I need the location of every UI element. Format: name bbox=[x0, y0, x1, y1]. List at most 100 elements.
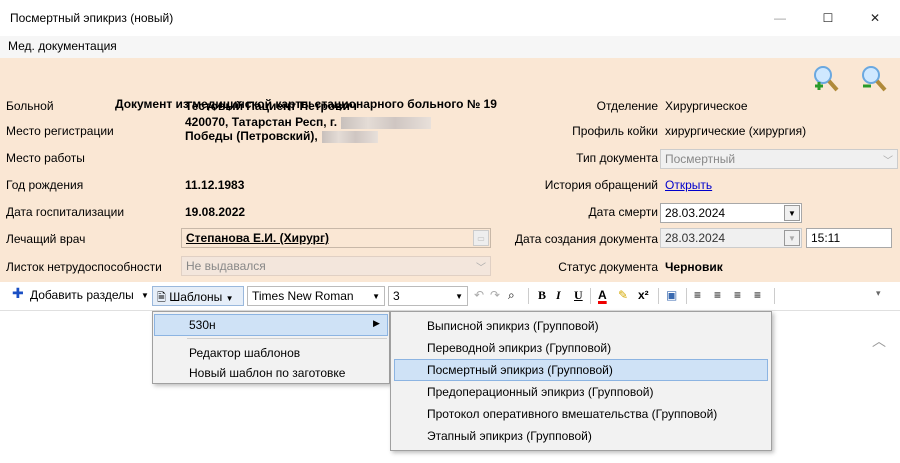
calendar-dropdown-icon[interactable]: ▼ bbox=[784, 205, 800, 221]
patient-name: Тестовый Пациент Петрович bbox=[185, 99, 357, 113]
superscript-button[interactable]: x² bbox=[638, 288, 649, 302]
history-label: История обращений bbox=[544, 178, 658, 192]
menu-item-530n[interactable]: 530н bbox=[189, 318, 216, 332]
redo-icon[interactable]: ↷ bbox=[490, 288, 500, 302]
submenu-item[interactable]: Предоперационный эпикриз (Групповой) bbox=[427, 385, 654, 399]
registration-address: 420070, Татарстан Респ, г. Победы (Петро… bbox=[185, 115, 432, 143]
bed-value: хирургические (хирургия) bbox=[665, 124, 807, 138]
chevron-down-icon: ▼ bbox=[225, 294, 234, 303]
submenu-arrow-icon: ▶ bbox=[373, 318, 380, 328]
italic-button[interactable]: I bbox=[556, 288, 561, 303]
submenu-item[interactable]: Этапный эпикриз (Групповой) bbox=[427, 429, 592, 443]
templates-label: Шаблоны bbox=[169, 290, 223, 304]
font-color-button[interactable]: A bbox=[598, 288, 607, 302]
redacted-block bbox=[341, 116, 432, 129]
title-bar: Посмертный эпикриз (новый) — ☐ ✕ bbox=[0, 0, 900, 36]
work-label: Место работы bbox=[6, 151, 85, 165]
sick-leave-select[interactable]: Не выдавался ﹀ bbox=[181, 256, 491, 276]
font-select[interactable]: Times New Roman ▼ bbox=[247, 286, 385, 306]
submenu-item[interactable]: Выписной эпикриз (Групповой) bbox=[427, 319, 599, 333]
status-label: Статус документа bbox=[558, 260, 658, 274]
menu-item-new-template[interactable]: Новый шаблон по заготовке bbox=[189, 366, 345, 380]
toolbar-separator bbox=[528, 288, 529, 304]
templates-menu: 530н ▶ Редактор шаблонов Новый шаблон по… bbox=[152, 311, 390, 384]
submenu-item-selected[interactable]: Посмертный эпикриз (Групповой) bbox=[427, 363, 613, 377]
created-date: 28.03.2024 bbox=[665, 231, 726, 245]
dept-value: Хирургическое bbox=[665, 99, 748, 113]
ellipsis-button[interactable]: ▭ bbox=[473, 230, 489, 246]
menu-item-template-editor[interactable]: Редактор шаблонов bbox=[189, 346, 300, 360]
font-value: Times New Roman bbox=[252, 289, 354, 303]
chevron-down-icon: ▼ bbox=[372, 292, 380, 301]
created-time: 15:11 bbox=[811, 231, 841, 245]
birth-label: Год рождения bbox=[6, 178, 84, 192]
registration-label: Место регистрации bbox=[6, 124, 114, 138]
toolbar-separator bbox=[590, 288, 591, 304]
image-icon[interactable]: ▣ bbox=[666, 288, 677, 302]
align-justify-icon[interactable]: ≡ bbox=[754, 288, 761, 302]
highlight-icon[interactable]: ✎ bbox=[618, 288, 628, 302]
doctype-label: Тип документа bbox=[576, 151, 658, 165]
created-date-field[interactable]: 28.03.2024 ▼ bbox=[660, 228, 802, 248]
created-label: Дата создания документа bbox=[514, 232, 658, 246]
sick-label: Листок нетрудоспособности bbox=[6, 260, 162, 274]
underline-button[interactable]: U bbox=[574, 288, 583, 303]
chevron-down-icon: ▼ bbox=[455, 292, 463, 301]
minimize-button[interactable]: — bbox=[760, 4, 800, 32]
size-value: 3 bbox=[393, 289, 400, 303]
toolbar-separator bbox=[658, 288, 659, 304]
toolbar-overflow-icon[interactable]: ▾ bbox=[876, 288, 881, 299]
calendar-dropdown-icon[interactable]: ▼ bbox=[784, 230, 800, 246]
menu-bar: Мед. документация bbox=[0, 36, 900, 58]
align-left-icon[interactable]: ≡ bbox=[694, 288, 701, 302]
bold-button[interactable]: B bbox=[538, 288, 546, 303]
submenu-item[interactable]: Переводной эпикриз (Групповой) bbox=[427, 341, 611, 355]
size-select[interactable]: 3 ▼ bbox=[388, 286, 468, 306]
chevron-down-icon: ﹀ bbox=[476, 263, 486, 274]
doctor-value: Степанова Е.И. (Хирург) bbox=[186, 231, 329, 245]
hosp-label: Дата госпитализации bbox=[6, 205, 125, 219]
window-title: Посмертный эпикриз (новый) bbox=[10, 11, 174, 25]
menu-separator bbox=[187, 338, 387, 339]
chevron-down-icon: ﹀ bbox=[883, 156, 893, 167]
editor-toolbar: ✚ Добавить разделы ▼ 🗎 Шаблоны ▼ Times N… bbox=[0, 282, 900, 310]
close-button[interactable]: ✕ bbox=[855, 4, 895, 32]
plus-icon: ✚ bbox=[12, 285, 24, 301]
death-label: Дата смерти bbox=[588, 205, 658, 219]
doctor-label: Лечащий врач bbox=[6, 232, 86, 246]
birth-value: 11.12.1983 bbox=[185, 178, 245, 192]
doctype-value: Посмертный bbox=[665, 152, 736, 166]
templates-button[interactable]: 🗎 Шаблоны ▼ bbox=[152, 286, 244, 306]
undo-icon[interactable]: ↶ bbox=[474, 288, 484, 302]
maximize-button[interactable]: ☐ bbox=[808, 4, 848, 32]
death-date-field[interactable]: 28.03.2024 ▼ bbox=[660, 203, 802, 223]
align-right-icon[interactable]: ≡ bbox=[734, 288, 741, 302]
zoom-out-icon[interactable] bbox=[860, 64, 888, 94]
created-time-field[interactable]: 15:11 bbox=[806, 228, 892, 248]
doctor-field[interactable]: Степанова Е.И. (Хирург) ▭ bbox=[181, 228, 491, 248]
find-icon[interactable]: ⌕ bbox=[508, 288, 515, 303]
template-icon: 🗎 bbox=[157, 292, 166, 304]
registration-line-2: Победы (Петровский), bbox=[185, 129, 318, 143]
scroll-up-icon[interactable]: ︿ bbox=[872, 331, 886, 351]
sick-value: Не выдавался bbox=[186, 259, 266, 273]
history-open-link[interactable]: Открыть bbox=[665, 178, 712, 192]
patient-label: Больной bbox=[6, 99, 54, 113]
redacted-block bbox=[321, 130, 378, 143]
add-sections-button[interactable]: Добавить разделы bbox=[30, 288, 134, 302]
menu-med-docs[interactable]: Мед. документация bbox=[8, 39, 117, 53]
submenu-item[interactable]: Протокол оперативного вмешательства (Гру… bbox=[427, 407, 717, 421]
bed-label: Профиль койки bbox=[572, 124, 658, 138]
hosp-value: 19.08.2022 bbox=[185, 205, 246, 219]
chevron-down-icon[interactable]: ▼ bbox=[141, 291, 149, 300]
doctype-select[interactable]: Посмертный ﹀ bbox=[660, 149, 898, 169]
toolbar-separator bbox=[686, 288, 687, 304]
document-header-panel: Документ из медицинской карты стационарн… bbox=[0, 58, 900, 282]
dept-label: Отделение bbox=[596, 99, 658, 113]
status-value: Черновик bbox=[665, 260, 723, 274]
align-center-icon[interactable]: ≡ bbox=[714, 288, 721, 302]
registration-line-1: 420070, Татарстан Респ, г. bbox=[185, 115, 338, 129]
death-value: 28.03.2024 bbox=[665, 206, 726, 220]
zoom-in-icon[interactable] bbox=[812, 64, 840, 94]
toolbar-separator bbox=[774, 288, 775, 304]
